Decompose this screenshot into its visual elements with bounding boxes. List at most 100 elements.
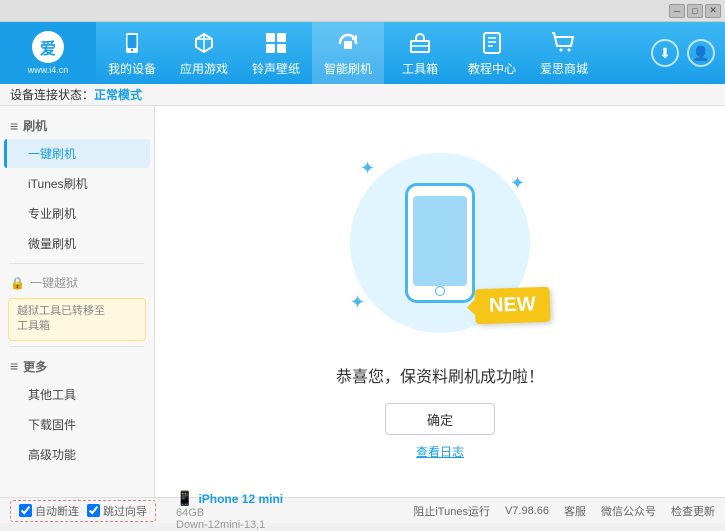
download-button[interactable]: ⬇ <box>651 39 679 67</box>
new-badge: NEW <box>475 287 551 325</box>
minimize-button[interactable]: ─ <box>669 4 685 18</box>
skip-wizard-label[interactable]: 跳过向导 <box>87 503 147 519</box>
query-log-link[interactable]: 查看日志 <box>416 443 464 460</box>
nav-label-store: 爱思商城 <box>540 60 588 77</box>
sparkle-3: ✦ <box>350 292 365 313</box>
main-layout: ≡ 刷机 一键刷机 iTunes刷机 专业刷机 微量刷机 🔒 一键越狱 越狱工具… <box>0 106 725 497</box>
content-area: ✦ ✦ ✦ NEW 恭喜您，保资料刷机成功啦！ 确定 查看日志 <box>155 106 725 497</box>
sidebar-item-pro-flash[interactable]: 专业刷机 <box>4 199 150 228</box>
title-bar: ─ □ ✕ <box>0 0 725 22</box>
status-value: 正常模式 <box>94 86 142 103</box>
phone-home-button <box>435 286 445 296</box>
nav-label-my-device: 我的设备 <box>108 60 156 77</box>
nav-items: 我的设备 应用游戏 铃声壁纸 智能刷机 工具箱 <box>96 22 651 84</box>
nav-item-toolbox[interactable]: 工具箱 <box>384 22 456 84</box>
flash-group-icon: ≡ <box>10 118 18 134</box>
success-message: 恭喜您，保资料刷机成功啦！ <box>336 363 544 387</box>
device-name-row: 📱 iPhone 12 mini <box>176 490 283 507</box>
bottom-bar: 自动断连 跳过向导 📱 iPhone 12 mini 64GB Down-12m… <box>0 497 725 523</box>
logo-text: www.i4.cn <box>28 65 69 75</box>
nav-item-store[interactable]: 爱思商城 <box>528 22 600 84</box>
checkboxes-container: 自动断连 跳过向导 <box>10 500 156 522</box>
toolbox-icon <box>406 29 434 57</box>
pro-flash-label: 专业刷机 <box>28 207 76 221</box>
maximize-button[interactable]: □ <box>687 4 703 18</box>
user-button[interactable]: 👤 <box>687 39 715 67</box>
sidebar-item-one-click-flash[interactable]: 一键刷机 <box>4 139 150 168</box>
jailbreak-group-label: 一键越狱 <box>30 274 78 291</box>
more-group-header: ≡ 更多 <box>0 352 154 379</box>
status-bar: 设备连接状态： 正常模式 <box>0 84 725 106</box>
other-tools-label: 其他工具 <box>28 388 76 402</box>
device-name: iPhone 12 mini <box>198 492 283 506</box>
nav-label-toolbox: 工具箱 <box>402 60 438 77</box>
nav-label-app-games: 应用游戏 <box>180 60 228 77</box>
sidebar: ≡ 刷机 一键刷机 iTunes刷机 专业刷机 微量刷机 🔒 一键越狱 越狱工具… <box>0 106 155 497</box>
service-link[interactable]: 客服 <box>564 503 586 519</box>
jailbreak-notice-line1: 越狱工具已转移至 <box>17 305 105 317</box>
nav-label-smart-flash: 智能刷机 <box>324 60 372 77</box>
ringtone-icon <box>262 29 290 57</box>
update-link[interactable]: 检查更新 <box>671 503 715 519</box>
sidebar-item-download-firmware[interactable]: 下载固件 <box>4 410 150 439</box>
close-button[interactable]: ✕ <box>705 4 721 18</box>
tutorial-icon <box>478 29 506 57</box>
device-model: Down-12mini-13,1 <box>176 519 283 531</box>
logo-symbol: 爱 <box>40 35 56 59</box>
one-click-flash-label: 一键刷机 <box>28 147 76 161</box>
more-group-label: 更多 <box>23 358 47 375</box>
status-label: 设备连接状态： <box>10 86 94 103</box>
confirm-button[interactable]: 确定 <box>385 403 495 435</box>
flash-group-header: ≡ 刷机 <box>0 111 154 138</box>
sparkle-2: ✦ <box>510 173 525 194</box>
phone-screen <box>413 196 467 286</box>
sidebar-divider-2 <box>10 346 144 347</box>
version-text: V7.98.66 <box>505 505 549 517</box>
logo-area: 爱 www.i4.cn <box>0 22 96 84</box>
phone-small-icon: 📱 <box>176 490 193 507</box>
skip-wizard-text: 跳过向导 <box>103 503 147 519</box>
nav-right: ⬇ 👤 <box>651 39 715 67</box>
sidebar-item-advanced[interactable]: 高级功能 <box>4 440 150 469</box>
phone-body <box>405 183 475 303</box>
smart-flash-icon <box>334 29 362 57</box>
auto-disconnect-text: 自动断连 <box>35 503 79 519</box>
nav-label-ringtone: 铃声壁纸 <box>252 60 300 77</box>
itunes-flash-label: iTunes刷机 <box>28 177 88 191</box>
app-games-icon <box>190 29 218 57</box>
mini-flash-label: 微量刷机 <box>28 237 76 251</box>
advanced-label: 高级功能 <box>28 448 76 462</box>
store-icon <box>550 29 578 57</box>
sidebar-item-other-tools[interactable]: 其他工具 <box>4 380 150 409</box>
auto-disconnect-label[interactable]: 自动断连 <box>19 503 79 519</box>
skip-wizard-checkbox[interactable] <box>87 504 100 517</box>
flash-group-label: 刷机 <box>23 117 47 134</box>
itunes-running-link[interactable]: 阻止iTunes运行 <box>413 503 490 519</box>
hero-illustration: ✦ ✦ ✦ NEW <box>340 143 540 343</box>
sidebar-item-itunes-flash[interactable]: iTunes刷机 <box>4 169 150 198</box>
jailbreak-notice-line2: 工具箱 <box>17 320 50 332</box>
nav-item-my-device[interactable]: 我的设备 <box>96 22 168 84</box>
lock-icon: 🔒 <box>10 276 25 290</box>
download-firmware-label: 下载固件 <box>28 418 76 432</box>
jailbreak-notice: 越狱工具已转移至 工具箱 <box>8 298 146 341</box>
device-storage: 64GB <box>176 507 283 519</box>
my-device-icon <box>118 29 146 57</box>
wechat-link[interactable]: 微信公众号 <box>601 503 656 519</box>
device-section: 📱 iPhone 12 mini 64GB Down-12mini-13,1 <box>176 490 283 531</box>
nav-item-tutorial[interactable]: 教程中心 <box>456 22 528 84</box>
nav-label-tutorial: 教程中心 <box>468 60 516 77</box>
nav-item-app-games[interactable]: 应用游戏 <box>168 22 240 84</box>
jailbreak-group-header: 🔒 一键越狱 <box>0 269 154 294</box>
sidebar-divider-1 <box>10 263 144 264</box>
sidebar-item-mini-flash[interactable]: 微量刷机 <box>4 229 150 258</box>
nav-item-ringtone[interactable]: 铃声壁纸 <box>240 22 312 84</box>
sparkle-1: ✦ <box>360 158 375 179</box>
bottom-right: 阻止iTunes运行 V7.98.66 客服 微信公众号 检查更新 <box>413 503 715 519</box>
more-group-icon: ≡ <box>10 358 18 374</box>
bottom-left: 自动断连 跳过向导 📱 iPhone 12 mini 64GB Down-12m… <box>10 490 413 531</box>
header: 爱 www.i4.cn 我的设备 应用游戏 铃声壁纸 智能刷机 <box>0 22 725 84</box>
logo-icon: 爱 <box>32 31 64 63</box>
auto-disconnect-checkbox[interactable] <box>19 504 32 517</box>
nav-item-smart-flash[interactable]: 智能刷机 <box>312 22 384 84</box>
